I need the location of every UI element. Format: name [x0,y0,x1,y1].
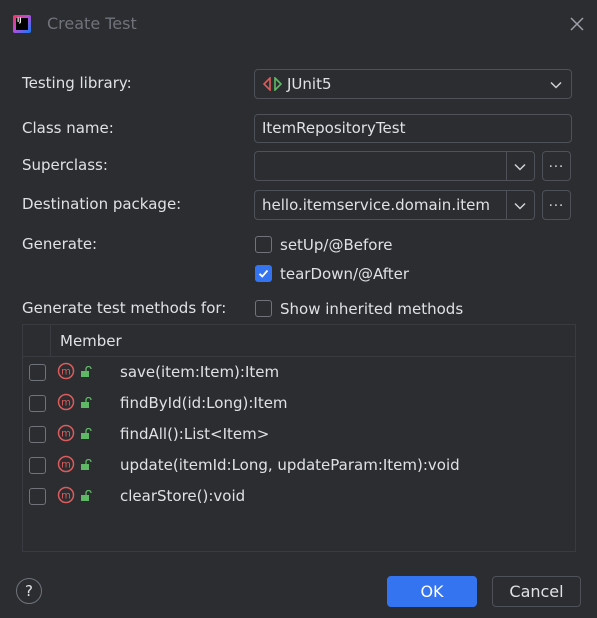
destination-package-value: hello.itemservice.domain.item [262,196,490,214]
row-label: update(itemId:Long, updateParam:Item):vo… [120,456,460,474]
class-name-value: ItemRepositoryTest [262,119,406,137]
check-icon [258,269,269,278]
class-name-input[interactable]: ItemRepositoryTest [254,114,572,143]
superclass-label: Superclass: [22,156,108,174]
row-label: findAll():List<Item> [120,425,270,443]
svg-text:m: m [61,460,71,471]
method-icon: m [57,424,75,442]
members-table: Member m save(item:Item):Item m findById… [22,324,576,552]
svg-text:m: m [61,429,71,440]
table-row[interactable]: m findAll():List<Item> [23,419,575,450]
destination-package-combo[interactable]: hello.itemservice.domain.item [254,190,535,220]
show-inherited-label: Show inherited methods [280,300,464,318]
testing-library-select[interactable]: JUnit5 [254,69,572,99]
chevron-down-icon[interactable] [514,202,526,210]
method-icon: m [57,362,75,380]
teardown-checkbox[interactable] [255,265,272,282]
setup-label: setUp/@Before [280,236,393,254]
method-icon: m [57,393,75,411]
destination-package-label: Destination package: [22,195,182,213]
teardown-label: tearDown/@After [280,265,410,283]
chevron-down-icon[interactable] [514,163,526,171]
table-row[interactable]: m clearStore():void [23,481,575,512]
cancel-button[interactable]: Cancel [492,576,581,607]
lock-open-icon [81,397,92,408]
destination-browse-button[interactable]: ... [542,190,571,220]
table-row[interactable]: m save(item:Item):Item [23,357,575,388]
svg-text:m: m [61,491,71,502]
lock-open-icon [81,459,92,470]
row-checkbox[interactable] [29,488,46,505]
intellij-app-icon: IJ [13,15,31,33]
close-icon[interactable] [567,14,587,34]
show-inherited-checkbox[interactable] [255,300,272,317]
testing-library-value: JUnit5 [287,75,332,93]
dialog-title: Create Test [47,14,137,33]
help-button[interactable]: ? [16,578,42,604]
methods-label: Generate test methods for: [22,299,227,317]
row-checkbox[interactable] [29,457,46,474]
table-header: Member [23,325,575,357]
testing-library-label: Testing library: [22,74,132,92]
lock-open-icon [81,366,92,377]
row-label: findById(id:Long):Item [120,394,288,412]
row-checkbox[interactable] [29,364,46,381]
method-icon: m [57,486,75,504]
lock-open-icon [81,490,92,501]
setup-checkbox[interactable] [255,236,272,253]
junit-icon [263,77,283,91]
row-checkbox[interactable] [29,426,46,443]
ok-button[interactable]: OK [387,576,477,607]
svg-text:m: m [61,367,71,378]
superclass-combo[interactable] [254,151,535,181]
class-name-label: Class name: [22,119,114,137]
row-label: save(item:Item):Item [120,363,280,381]
superclass-browse-button[interactable]: ... [542,151,571,181]
title-bar: IJ Create Test [0,0,597,50]
lock-open-icon [81,428,92,439]
chevron-down-icon [550,81,562,89]
table-row[interactable]: m update(itemId:Long, updateParam:Item):… [23,450,575,481]
member-column-header[interactable]: Member [60,332,122,350]
svg-text:m: m [61,398,71,409]
table-row[interactable]: m findById(id:Long):Item [23,388,575,419]
row-label: clearStore():void [120,487,246,505]
row-checkbox[interactable] [29,395,46,412]
method-icon: m [57,455,75,473]
generate-label: Generate: [22,235,98,253]
